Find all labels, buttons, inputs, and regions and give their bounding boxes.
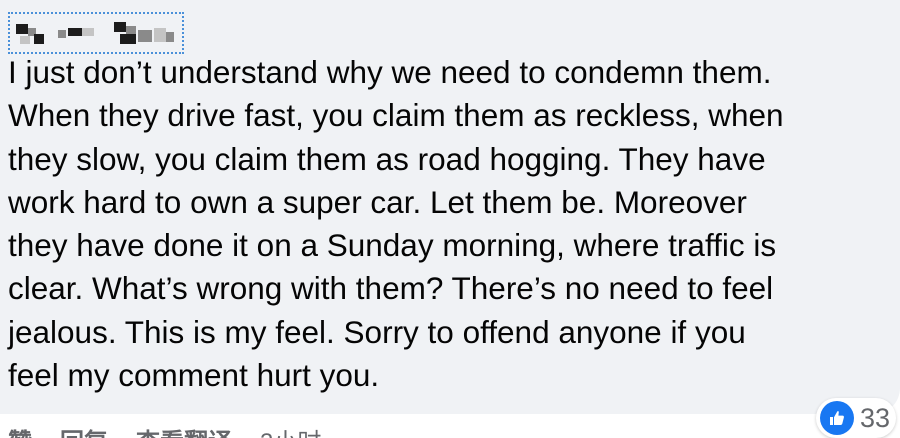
pixel-block (34, 34, 44, 44)
see-translation-link[interactable]: 查看翻译 (136, 422, 232, 438)
reply-action-link[interactable]: 回复 (60, 422, 108, 438)
pixel-block (68, 28, 82, 36)
pixel-block (82, 28, 94, 36)
pixel-block (58, 30, 66, 38)
author-name-pixelated[interactable] (8, 12, 184, 54)
reaction-count: 33 (859, 402, 890, 433)
pixel-block (120, 34, 136, 44)
pixel-block (20, 36, 30, 44)
comment-text: I just don’t understand why we need to c… (8, 54, 784, 394)
comment-actions: 赞 回复 查看翻译 3小时 (8, 422, 321, 438)
pixel-block (114, 22, 126, 32)
comment-bubble: I just don’t understand why we need to c… (0, 0, 900, 414)
pixel-block (154, 28, 166, 42)
thumbs-up-icon (819, 401, 854, 435)
pixel-block (138, 30, 152, 42)
pixel-block (126, 26, 136, 34)
timestamp[interactable]: 3小时 (260, 422, 321, 438)
pixel-block (166, 32, 174, 42)
comment-page: I just don’t understand why we need to c… (0, 0, 900, 438)
like-action-link[interactable]: 赞 (8, 422, 32, 438)
reaction-badge[interactable]: 33 (815, 398, 896, 438)
pixel-block (16, 24, 28, 34)
